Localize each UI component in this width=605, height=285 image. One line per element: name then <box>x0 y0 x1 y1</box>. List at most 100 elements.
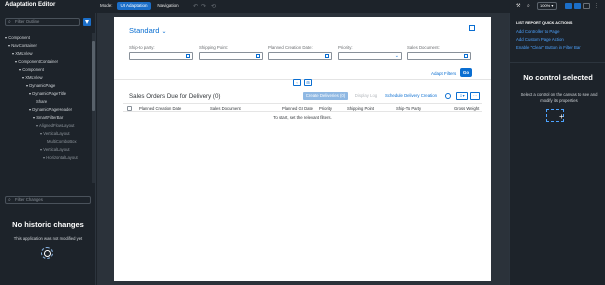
display-log-button[interactable]: Display Log <box>352 92 380 100</box>
filter-funnel-icon[interactable] <box>83 18 91 26</box>
undo-icon[interactable]: ↶ <box>193 3 198 10</box>
value-help-icon[interactable] <box>256 54 260 58</box>
tree-item-label: AlignedFlowLayout <box>39 123 75 128</box>
tree-item[interactable]: ▾ Component <box>5 35 30 40</box>
adapt-filters-button[interactable]: Adapt Filters <box>431 71 456 76</box>
add-controller-link[interactable]: Add Controller to Page <box>516 29 559 34</box>
tree-item[interactable]: ▾ SmartFilterBar <box>33 115 63 120</box>
tree-item[interactable]: ▾ NavContainer <box>8 43 37 48</box>
outline-tree: ▾ Component ▾ NavContainer ▾ XMLView ▾ C… <box>0 33 92 183</box>
search-icon: ⌕ <box>8 197 11 203</box>
value-help-icon[interactable] <box>464 54 468 58</box>
device-icon[interactable]: ⚒ <box>516 3 520 9</box>
tree-item-label: NavContainer <box>11 43 37 48</box>
outline-scrollbar[interactable] <box>92 33 95 183</box>
mode-ui-adaptation-button[interactable]: UI Adaptation <box>117 2 151 10</box>
pin-header-button[interactable]: ⊞ <box>304 79 312 86</box>
properties-panel: LIST REPORT QUICK ACTIONS Add Controller… <box>509 13 605 285</box>
settings-icon[interactable] <box>445 93 451 99</box>
filter-label-priority: Priority: <box>338 45 353 50</box>
go-button[interactable]: Go <box>460 68 472 77</box>
variant-label: Standard <box>129 26 160 35</box>
collapse-header-button[interactable]: ‹ <box>293 79 301 86</box>
tree-item-label: XMLView <box>15 51 33 56</box>
schedule-delivery-button[interactable]: Schedule Delivery Creation <box>382 92 440 100</box>
column-header[interactable]: Gross Weight <box>454 106 479 111</box>
filter-bar: Standard ⌄ Ship-to party: Shipping Point:… <box>114 17 491 80</box>
create-deliveries-button[interactable]: Create Deliveries (0) <box>303 92 348 100</box>
shipping-point-input[interactable] <box>199 52 263 60</box>
share-icon[interactable] <box>469 25 475 31</box>
tree-item[interactable]: ▾ VerticalLayout <box>40 147 70 152</box>
tree-item-label: MultiComboBox <box>47 139 77 144</box>
search-icon[interactable]: ⌕ <box>527 3 530 9</box>
enable-clear-button-link[interactable]: Enable "Clear" Button in Filter Bar <box>516 45 581 50</box>
chevron-down-icon: ⌄ <box>161 29 167 35</box>
desktop-device-button[interactable] <box>565 3 572 9</box>
tree-item-label: Share <box>36 99 48 104</box>
tablet-device-button[interactable] <box>574 3 581 9</box>
outline-filter-input[interactable]: ⌕ Filter Outline <box>5 18 80 26</box>
planned-creation-date-input[interactable] <box>268 52 332 60</box>
changes-empty-subtitle: This application was not modified yet <box>13 236 83 241</box>
tree-item-label: Component <box>22 67 44 72</box>
more-icon[interactable]: ⋮ <box>594 3 599 9</box>
search-icon: ⌕ <box>8 19 11 25</box>
tree-item-label: VerticalLayout <box>43 147 70 152</box>
tree-item[interactable]: ▾ DynamicPageHeader <box>29 107 72 112</box>
tree-item[interactable]: ▾ HorizontalLayout <box>43 155 78 160</box>
ship-to-party-input[interactable] <box>129 52 193 60</box>
tree-item-label: DynamicPageTitle <box>32 91 67 96</box>
tree-item[interactable]: ▾ DynamicPageTitle <box>29 91 66 96</box>
table-title: Sales Orders Due for Delivery (0) <box>129 93 221 100</box>
tree-item-label: VerticalLayout <box>43 131 70 136</box>
value-help-icon[interactable] <box>186 54 190 58</box>
changes-filter-placeholder: Filter Changes <box>15 197 43 202</box>
tree-item[interactable]: ▾ VerticalLayout <box>40 131 70 136</box>
changes-empty-title: No historic changes <box>12 220 84 229</box>
outline-filter-placeholder: Filter Outline <box>15 19 40 24</box>
chevron-down-icon: ⌄ <box>394 53 399 59</box>
tree-item[interactable]: ▾ XMLView <box>12 51 33 56</box>
tree-item[interactable]: ▾ DynamicPage <box>26 83 55 88</box>
column-header[interactable]: Shipping Point <box>347 106 374 111</box>
no-control-subtitle: Select a control on the canvas to see an… <box>520 92 598 103</box>
tree-item[interactable]: Share <box>36 99 47 104</box>
calendar-icon[interactable] <box>325 54 329 58</box>
tree-item-label: HorizontalLayout <box>46 155 78 160</box>
column-header[interactable]: Priority <box>319 106 332 111</box>
column-header[interactable]: Ship-To Party <box>396 106 421 111</box>
reset-icon[interactable]: ⟲ <box>211 3 216 10</box>
phone-device-button[interactable] <box>583 3 590 9</box>
redo-icon[interactable]: ↷ <box>201 3 206 10</box>
select-all-checkbox[interactable] <box>127 106 132 111</box>
tree-item[interactable]: ▾ ComponentContainer <box>15 59 58 64</box>
export-button[interactable]: ⇩▾ <box>456 92 468 100</box>
tree-item-label: XMLView <box>25 75 43 80</box>
column-header[interactable]: Sales Document <box>210 106 241 111</box>
select-control-illustration-icon <box>546 109 564 122</box>
quick-actions-heading: LIST REPORT QUICK ACTIONS <box>516 21 573 25</box>
column-header[interactable]: Planned GI Date <box>282 106 313 111</box>
more-button[interactable]: ··· <box>470 92 480 100</box>
zoom-value: 100% <box>540 3 551 8</box>
shell-bar: Adaptation Editor Mode: UI Adaptation Na… <box>0 0 605 13</box>
tree-item[interactable]: MultiComboBox <box>47 139 77 144</box>
variant-management[interactable]: Standard ⌄ <box>129 26 166 35</box>
sales-document-input[interactable] <box>407 52 471 60</box>
column-header[interactable]: Planned Creation Date <box>139 106 181 111</box>
table-header-row: Planned Creation Date Sales Document Pla… <box>123 103 482 112</box>
zoom-select[interactable]: 100% ▾ <box>537 2 557 10</box>
changes-filter-input[interactable]: ⌕ Filter Changes <box>5 196 91 204</box>
mode-navigation-button[interactable]: Navigation <box>153 2 183 10</box>
tree-item[interactable]: ▾ XMLView <box>22 75 43 80</box>
app-title: Adaptation Editor <box>5 2 56 8</box>
filter-label-planned-creation-date: Planned Creation Date: <box>268 45 313 50</box>
mode-label: Mode: <box>100 3 113 8</box>
tree-item[interactable]: ▾ Component <box>19 67 44 72</box>
tree-item[interactable]: ▾ AlignedFlowLayout <box>36 123 74 128</box>
add-custom-page-action-link[interactable]: Add Custom Page Action <box>516 37 564 42</box>
priority-select[interactable]: ⌄ <box>338 52 402 60</box>
app-page: Standard ⌄ Ship-to party: Shipping Point:… <box>114 17 491 281</box>
filter-label-sales-document: Sales Document: <box>407 45 440 50</box>
